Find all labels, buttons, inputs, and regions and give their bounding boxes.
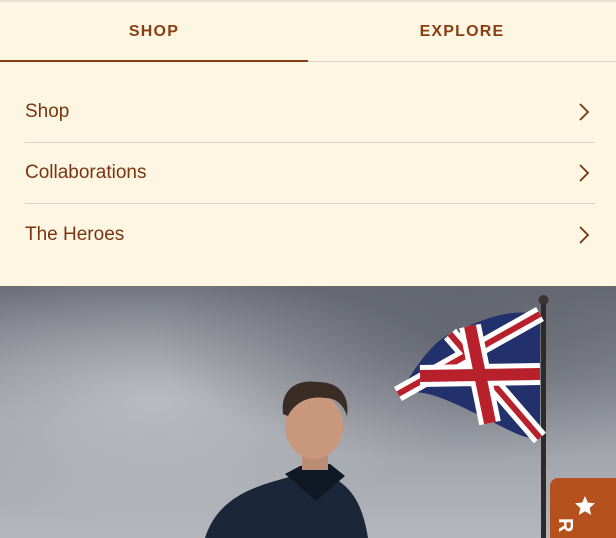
star-icon [575,496,595,515]
menu-item-shop[interactable]: Shop [25,82,595,143]
chevron-right-icon [579,225,590,244]
tab-explore[interactable]: EXPLORE [308,2,616,61]
menu-item-label: Collaborations [25,162,147,183]
chevron-right-icon [579,103,590,121]
menu-item-the-heroes[interactable]: The Heroes [25,204,595,265]
tab-shop[interactable]: SHOP [0,2,308,62]
menu-item-label: The Heroes [25,223,125,245]
menu-item-label: Shop [25,101,70,122]
page: SHOP EXPLORE Shop Collaborations The Her… [0,0,616,538]
chevron-right-icon [579,164,590,182]
menu-item-collaborations[interactable]: Collaborations [25,143,595,204]
reviews-tab-label: R [554,518,576,533]
shop-menu-list: Shop Collaborations The Heroes [25,82,595,265]
menu-tabs: SHOP EXPLORE [0,2,616,62]
hero-image[interactable] [0,286,616,538]
hero-photo [0,286,616,538]
